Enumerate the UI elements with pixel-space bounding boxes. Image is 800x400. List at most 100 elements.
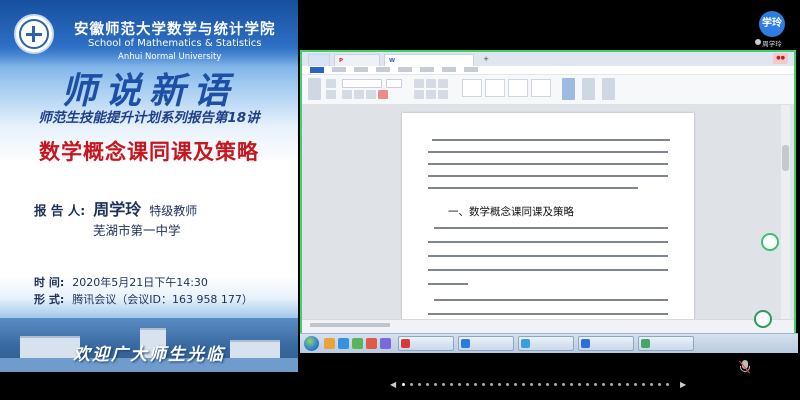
speaker-name: 周学玲 xyxy=(93,200,142,219)
page-dot[interactable] xyxy=(554,383,557,386)
page-dot[interactable] xyxy=(546,383,549,386)
tab-pdf[interactable]: P xyxy=(334,54,380,66)
font-color-button[interactable] xyxy=(378,90,388,99)
text-line xyxy=(432,139,670,141)
university-logo-icon xyxy=(14,14,54,54)
page-dot[interactable] xyxy=(650,383,653,386)
align-right-button[interactable] xyxy=(438,90,448,99)
microphone-muted-icon[interactable] xyxy=(738,360,751,374)
menu-item[interactable] xyxy=(464,67,478,72)
page-dot[interactable] xyxy=(522,383,525,386)
page-dot[interactable] xyxy=(626,383,629,386)
menu-item[interactable] xyxy=(420,67,434,72)
page-dot[interactable] xyxy=(466,383,469,386)
page-dot[interactable] xyxy=(506,383,509,386)
page-next-icon[interactable]: ▶ xyxy=(680,380,686,389)
align-center-button[interactable] xyxy=(426,90,436,99)
page-dot[interactable] xyxy=(442,383,445,386)
bold-button[interactable] xyxy=(342,90,352,99)
cut-button[interactable] xyxy=(326,79,336,88)
page-dot[interactable] xyxy=(594,383,597,386)
zoom-widget[interactable] xyxy=(754,310,772,328)
new-tab-button[interactable]: + xyxy=(478,53,494,65)
page-dot[interactable] xyxy=(474,383,477,386)
paste-button[interactable] xyxy=(308,78,321,100)
login-button[interactable]: ●● xyxy=(773,53,788,64)
page-dot[interactable] xyxy=(426,383,429,386)
app-icon[interactable] xyxy=(366,338,377,349)
page-dot[interactable] xyxy=(402,383,405,386)
style-heading2[interactable] xyxy=(508,79,528,97)
tab-document[interactable]: W xyxy=(384,54,474,66)
numbering-button[interactable] xyxy=(426,79,436,88)
italic-button[interactable] xyxy=(354,90,364,99)
taskbar-button[interactable] xyxy=(638,336,694,351)
page-dot[interactable] xyxy=(562,383,565,386)
taskbar-meeting-button[interactable] xyxy=(578,336,634,351)
bullets-button[interactable] xyxy=(414,79,424,88)
page-dot[interactable] xyxy=(658,383,661,386)
page-dot[interactable] xyxy=(586,383,589,386)
menu-item[interactable] xyxy=(376,67,390,72)
university-name-en: Anhui Normal University xyxy=(118,52,222,62)
indent-button[interactable] xyxy=(438,79,448,88)
page-dot[interactable] xyxy=(490,383,493,386)
page-dot[interactable] xyxy=(570,383,573,386)
meeting-screen: 安徽师范大学数学与统计学院 School of Mathematics & St… xyxy=(0,0,800,400)
align-left-button[interactable] xyxy=(414,90,424,99)
text-tool-button[interactable] xyxy=(562,78,575,100)
style-normal[interactable] xyxy=(462,79,482,97)
page-dot[interactable] xyxy=(578,383,581,386)
taskbar-wps-button[interactable] xyxy=(398,336,454,351)
select-button[interactable] xyxy=(602,78,615,100)
page-dot[interactable] xyxy=(618,383,621,386)
status-widget[interactable] xyxy=(761,233,779,251)
document-area[interactable]: 一、数学概念课同课及策略 xyxy=(302,105,794,319)
page-dot[interactable] xyxy=(482,383,485,386)
page-dot[interactable] xyxy=(634,383,637,386)
page-dot[interactable] xyxy=(434,383,437,386)
style-heading1[interactable] xyxy=(485,79,505,97)
page-dot[interactable] xyxy=(642,383,645,386)
taskbar-button[interactable] xyxy=(458,336,514,351)
start-icon[interactable] xyxy=(304,336,319,351)
browser-icon[interactable] xyxy=(338,338,349,349)
page-dot[interactable] xyxy=(458,383,461,386)
menu-item[interactable] xyxy=(398,67,412,72)
tab-home[interactable] xyxy=(308,54,330,66)
find-replace-button[interactable] xyxy=(582,78,595,100)
page-dot[interactable] xyxy=(410,383,413,386)
font-size-select[interactable] xyxy=(386,79,402,88)
document-page[interactable]: 一、数学概念课同课及策略 xyxy=(402,113,694,319)
page-dot[interactable] xyxy=(418,383,421,386)
menu-item[interactable] xyxy=(354,67,368,72)
scroll-thumb[interactable] xyxy=(782,145,789,171)
underline-button[interactable] xyxy=(366,90,376,99)
page-dot[interactable] xyxy=(538,383,541,386)
page-dot[interactable] xyxy=(530,383,533,386)
app-icon[interactable] xyxy=(352,338,363,349)
shared-screen[interactable]: P W + ●● 一、数学概念课同课及策略 xyxy=(300,50,796,335)
font-select[interactable] xyxy=(342,79,382,88)
explorer-icon[interactable] xyxy=(324,338,335,349)
copy-button[interactable] xyxy=(326,90,336,99)
format-row: 形 式: 腾讯会议（会议ID：163 958 177） xyxy=(34,291,253,307)
page-dot[interactable] xyxy=(610,383,613,386)
page-dot[interactable] xyxy=(514,383,517,386)
app-tab-bar: P W + ●● xyxy=(302,52,794,66)
page-dot[interactable] xyxy=(498,383,501,386)
page-dot[interactable] xyxy=(450,383,453,386)
taskbar-button[interactable] xyxy=(518,336,574,351)
participant-name: 周学玲 xyxy=(762,40,782,48)
participant-avatar[interactable]: 学玲 xyxy=(759,11,785,37)
page-dot[interactable] xyxy=(666,383,669,386)
style-heading3[interactable] xyxy=(531,79,551,97)
file-menu[interactable] xyxy=(310,67,324,73)
vertical-scrollbar[interactable] xyxy=(781,105,790,319)
speaker-label: 报 告 人: xyxy=(34,203,86,218)
app-icon[interactable] xyxy=(380,338,391,349)
menu-item[interactable] xyxy=(442,67,456,72)
menu-item[interactable] xyxy=(332,67,346,72)
page-dot[interactable] xyxy=(602,383,605,386)
page-prev-icon[interactable]: ◀ xyxy=(390,380,396,389)
